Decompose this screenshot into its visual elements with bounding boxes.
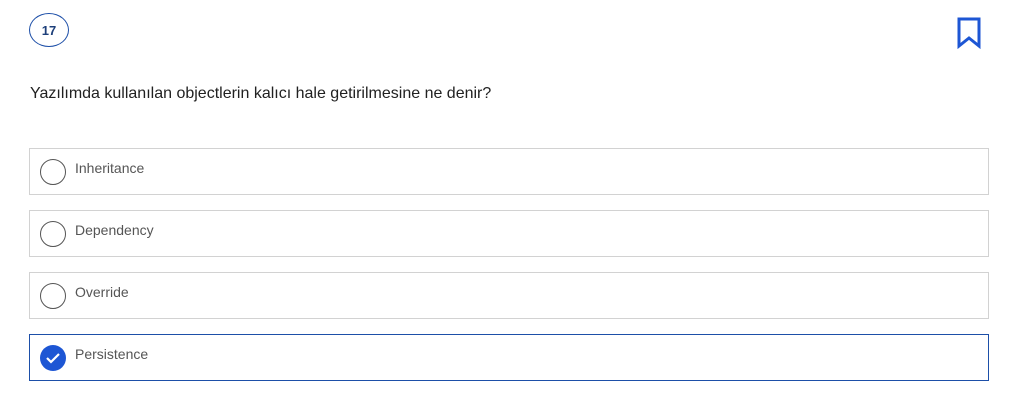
answer-option[interactable]: Persistence: [29, 334, 989, 381]
check-icon: [46, 353, 60, 364]
bookmark-button[interactable]: [956, 17, 982, 50]
question-number-badge: 17: [29, 13, 69, 47]
bookmark-icon: [957, 17, 981, 50]
answer-option-label: Dependency: [75, 222, 154, 238]
radio-button[interactable]: [40, 221, 66, 247]
answer-option[interactable]: Override: [29, 272, 989, 319]
answer-options: Inheritance Dependency Override Persiste…: [29, 148, 989, 396]
answer-option[interactable]: Dependency: [29, 210, 989, 257]
question-text: Yazılımda kullanılan objectlerin kalıcı …: [30, 85, 492, 102]
answer-option-label: Persistence: [75, 346, 149, 362]
answer-option-label: Override: [75, 284, 129, 300]
answer-option-label: Inheritance: [75, 160, 145, 176]
radio-button[interactable]: [40, 159, 66, 185]
radio-button[interactable]: [40, 345, 66, 371]
answer-option[interactable]: Inheritance: [29, 148, 989, 195]
radio-button[interactable]: [40, 283, 66, 309]
